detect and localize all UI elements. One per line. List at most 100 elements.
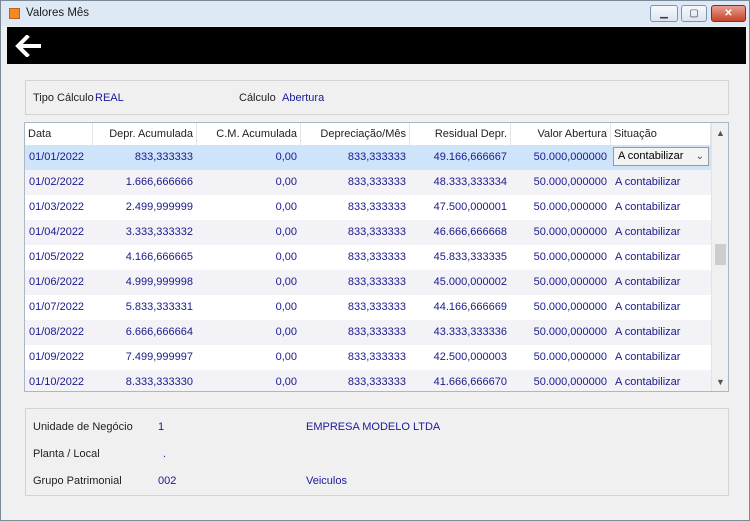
planta-code[interactable]: . bbox=[163, 448, 166, 460]
cell-depr-acumulada: 3.333,333332 bbox=[125, 226, 193, 238]
grupo-code[interactable]: 002 bbox=[158, 475, 176, 487]
cell-data: 01/05/2022 bbox=[29, 251, 85, 263]
cell-cm-acumulada: 0,00 bbox=[275, 151, 297, 163]
cell-cm-acumulada: 0,00 bbox=[275, 376, 297, 388]
minimize-button[interactable]: ▁ bbox=[650, 5, 678, 22]
cell-residual-depr: 41.666,666670 bbox=[433, 376, 507, 388]
cell-depreciacao-mes: 833,333333 bbox=[347, 251, 406, 263]
unidade-label: Unidade de Negócio bbox=[33, 421, 133, 433]
maximize-button[interactable]: ▢ bbox=[681, 5, 707, 22]
table-row[interactable]: 01/04/2022 3.333,333332 0,00 833,333333 46.6… bbox=[25, 220, 711, 245]
cell-depreciacao-mes: 833,333333 bbox=[347, 326, 406, 338]
table-row[interactable]: 01/08/2022 6.666,666664 0,00 833,333333 43.3… bbox=[25, 320, 711, 345]
cell-cm-acumulada: 0,00 bbox=[275, 176, 297, 188]
cell-valor-abertura: 50.000,000000 bbox=[533, 351, 607, 363]
cell-cm-acumulada: 0,00 bbox=[275, 251, 297, 263]
cell-data: 01/06/2022 bbox=[29, 276, 85, 288]
header-residual-depr[interactable]: Residual Depr. bbox=[410, 123, 511, 145]
table-row[interactable]: 01/01/2022 833,333333 0,00 833,333333 49.166… bbox=[25, 145, 711, 170]
info-panel: Unidade de Negócio 1 EMPRESA MODELO LTDA… bbox=[25, 408, 729, 496]
cell-data: 01/04/2022 bbox=[29, 226, 85, 238]
scroll-up-icon[interactable]: ▲ bbox=[712, 125, 728, 141]
calc-panel: Tipo Cálculo REAL Cálculo Abertura bbox=[25, 80, 729, 115]
header-situacao[interactable]: Situação bbox=[611, 123, 711, 145]
cell-valor-abertura: 50.000,000000 bbox=[533, 301, 607, 313]
cell-depr-acumulada: 2.499,999999 bbox=[125, 201, 193, 213]
cell-residual-depr: 42.500,000003 bbox=[433, 351, 507, 363]
cell-valor-abertura: 50.000,000000 bbox=[533, 226, 607, 238]
cell-depr-acumulada: 8.333,333330 bbox=[125, 376, 193, 388]
cell-situacao: A contabilizar bbox=[615, 226, 681, 238]
table-row[interactable]: 01/02/2022 1.666,666666 0,00 833,333333 48.3… bbox=[25, 170, 711, 195]
tipo-calculo-label: Tipo Cálculo bbox=[33, 92, 94, 104]
cell-valor-abertura: 50.000,000000 bbox=[533, 201, 607, 213]
cell-data: 01/08/2022 bbox=[29, 326, 85, 338]
cell-data: 01/09/2022 bbox=[29, 351, 85, 363]
scroll-thumb[interactable] bbox=[715, 244, 726, 265]
back-arrow-icon[interactable] bbox=[15, 35, 43, 57]
calculo-label: Cálculo bbox=[239, 92, 276, 104]
tipo-calculo-value[interactable]: REAL bbox=[95, 92, 124, 104]
cell-data: 01/03/2022 bbox=[29, 201, 85, 213]
header-data[interactable]: Data bbox=[25, 123, 93, 145]
cell-valor-abertura: 50.000,000000 bbox=[533, 151, 607, 163]
calculo-value[interactable]: Abertura bbox=[282, 92, 324, 104]
table-row[interactable]: 01/07/2022 5.833,333331 0,00 833,333333 44.1… bbox=[25, 295, 711, 320]
table-row[interactable]: 01/05/2022 4.166,666665 0,00 833,333333 45.8… bbox=[25, 245, 711, 270]
table-row[interactable]: 01/09/2022 7.499,999997 0,00 833,333333 42.5… bbox=[25, 345, 711, 370]
cell-situacao: A contabilizar bbox=[615, 201, 681, 213]
cell-situacao: A contabilizar bbox=[615, 301, 681, 313]
app-icon bbox=[9, 8, 20, 19]
vertical-scrollbar[interactable]: ▲ ▼ bbox=[711, 123, 728, 391]
cell-depreciacao-mes: 833,333333 bbox=[347, 226, 406, 238]
cell-data: 01/10/2022 bbox=[29, 376, 85, 388]
table-row[interactable]: 01/10/2022 8.333,333330 0,00 833,333333 41.6… bbox=[25, 370, 711, 391]
close-button[interactable]: ✕ bbox=[711, 5, 746, 22]
cell-residual-depr: 49.166,666667 bbox=[433, 151, 507, 163]
cell-situacao: A contabilizar bbox=[615, 176, 681, 188]
toolbar bbox=[7, 27, 746, 64]
cell-depreciacao-mes: 833,333333 bbox=[347, 301, 406, 313]
cell-residual-depr: 46.666,666668 bbox=[433, 226, 507, 238]
cell-residual-depr: 47.500,000001 bbox=[433, 201, 507, 213]
cell-cm-acumulada: 0,00 bbox=[275, 201, 297, 213]
situacao-select[interactable]: A contabilizar ⌄ bbox=[613, 147, 709, 166]
header-cm-acumulada[interactable]: C.M. Acumulada bbox=[197, 123, 301, 145]
table-row[interactable]: 01/06/2022 4.999,999998 0,00 833,333333 45.0… bbox=[25, 270, 711, 295]
grupo-name: Veiculos bbox=[306, 475, 347, 487]
cell-data: 01/01/2022 bbox=[29, 151, 85, 163]
cell-situacao: A contabilizar bbox=[615, 326, 681, 338]
cell-valor-abertura: 50.000,000000 bbox=[533, 251, 607, 263]
cell-depr-acumulada: 1.666,666666 bbox=[125, 176, 193, 188]
cell-depr-acumulada: 7.499,999997 bbox=[125, 351, 193, 363]
cell-depr-acumulada: 833,333333 bbox=[134, 151, 193, 163]
cell-situacao: A contabilizar bbox=[615, 376, 681, 388]
cell-data: 01/02/2022 bbox=[29, 176, 85, 188]
cell-cm-acumulada: 0,00 bbox=[275, 276, 297, 288]
title-bar: Valores Mês ▁ ▢ ✕ bbox=[1, 1, 749, 26]
cell-depr-acumulada: 5.833,333331 bbox=[125, 301, 193, 313]
cell-depr-acumulada: 4.166,666665 bbox=[125, 251, 193, 263]
unidade-name: EMPRESA MODELO LTDA bbox=[306, 421, 441, 433]
chevron-down-icon[interactable]: ⌄ bbox=[696, 148, 704, 165]
table-row[interactable]: 01/03/2022 2.499,999999 0,00 833,333333 47.5… bbox=[25, 195, 711, 220]
cell-depreciacao-mes: 833,333333 bbox=[347, 176, 406, 188]
main-window: Valores Mês ▁ ▢ ✕ Tipo Cálculo REAL Cálc… bbox=[0, 0, 750, 521]
grid-header: Data Depr. Acumulada C.M. Acumulada Depr… bbox=[25, 123, 711, 146]
header-depr-acumulada[interactable]: Depr. Acumulada bbox=[93, 123, 197, 145]
cell-depr-acumulada: 4.999,999998 bbox=[125, 276, 193, 288]
scroll-down-icon[interactable]: ▼ bbox=[712, 374, 728, 390]
header-depreciacao-mes[interactable]: Depreciação/Mês bbox=[301, 123, 410, 145]
cell-valor-abertura: 50.000,000000 bbox=[533, 376, 607, 388]
header-valor-abertura[interactable]: Valor Abertura bbox=[511, 123, 611, 145]
unidade-code[interactable]: 1 bbox=[158, 421, 164, 433]
cell-residual-depr: 45.000,000002 bbox=[433, 276, 507, 288]
planta-label: Planta / Local bbox=[33, 448, 100, 460]
cell-cm-acumulada: 0,00 bbox=[275, 326, 297, 338]
cell-depreciacao-mes: 833,333333 bbox=[347, 151, 406, 163]
cell-depr-acumulada: 6.666,666664 bbox=[125, 326, 193, 338]
values-grid[interactable]: Data Depr. Acumulada C.M. Acumulada Depr… bbox=[24, 122, 729, 392]
cell-situacao: A contabilizar bbox=[615, 251, 681, 263]
grupo-label: Grupo Patrimonial bbox=[33, 475, 122, 487]
cell-situacao: A contabilizar bbox=[615, 276, 681, 288]
